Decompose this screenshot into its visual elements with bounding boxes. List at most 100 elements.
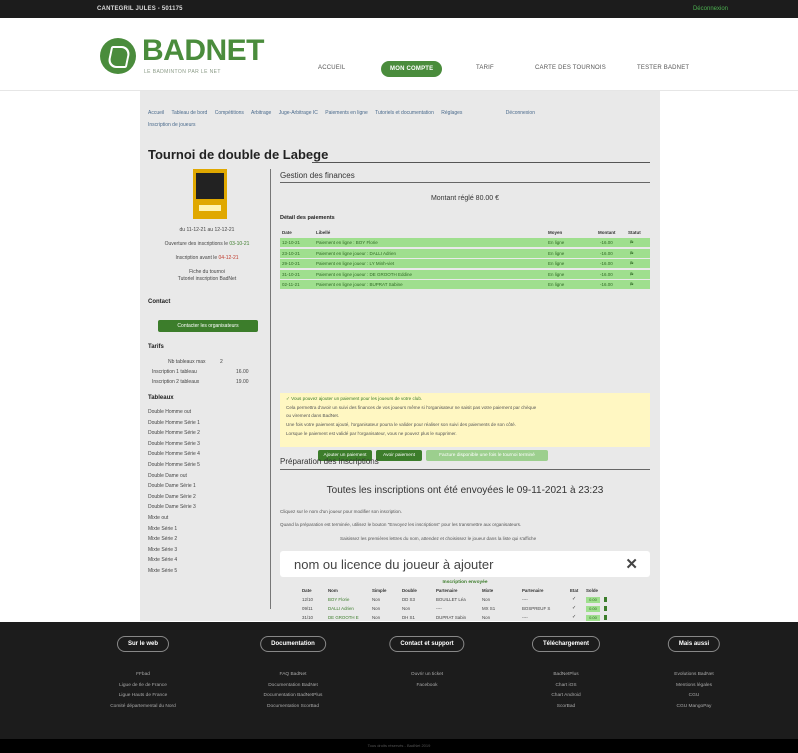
inscription-date: 12/10 (302, 597, 313, 602)
payment-statut[interactable]: ⛿ (630, 282, 633, 287)
footer-link[interactable]: BadNetPlus (506, 672, 626, 677)
nav-tester-badnet[interactable]: TESTER BADNET (637, 65, 689, 71)
footer-link[interactable]: FAQ BadNet (233, 672, 353, 677)
clear-icon[interactable]: ✕ (625, 555, 638, 573)
payment-row: 29-10-21 Paiement en ligne joueur : LY Mi… (280, 259, 650, 269)
inscription-nom[interactable]: DALLI Adrien (328, 606, 354, 611)
footer-link[interactable]: ScorBad (506, 704, 626, 709)
contact-organizers-button[interactable]: Contacter les organisateurs (158, 320, 258, 332)
inscription-nom[interactable]: BOY Florie (328, 597, 349, 602)
footer-link[interactable]: Ligue Hauts de France (83, 693, 203, 698)
footer-link[interactable]: CGU MangoPay (634, 704, 754, 709)
footer-link[interactable]: Documentation BadNetPlus (233, 693, 353, 698)
ins-col-mixte: Mixte (482, 588, 494, 593)
trash-icon[interactable] (604, 606, 607, 612)
payment-statut[interactable]: ⛿ (630, 272, 633, 277)
info-line-1: Cliquez sur le nom d'un joueur pour modi… (280, 509, 402, 514)
crumb-deconnexion[interactable]: Déconnexion (506, 110, 535, 116)
footer-link[interactable]: Documentation BadNet (233, 683, 353, 688)
tableau-item[interactable]: Double Dame Série 3 (148, 504, 196, 510)
ins-col-solde: Solde (586, 588, 598, 593)
inscription-date: 09/11 (302, 606, 313, 612)
col-montant: Montant (598, 230, 616, 235)
tableau-item[interactable]: Mixte Série 5 (148, 568, 177, 574)
inscription-double: DD S3 (402, 597, 415, 602)
footer-link[interactable]: Chart iOS (506, 683, 626, 688)
payment-date: 12-10-21 (282, 240, 301, 245)
footer-link[interactable]: CGU (634, 693, 754, 698)
tableau-item[interactable]: Mixte Série 2 (148, 536, 177, 542)
payment-statut[interactable]: ⛿ (630, 261, 633, 266)
footer-link[interactable]: Ouvrir un ticket (367, 672, 487, 677)
opening-info: Ouverture des inscriptions le 03-10-21 (164, 241, 250, 247)
footer-link[interactable]: Mentions légales (634, 683, 754, 688)
fiche-tournoi-link[interactable]: Fiche du tournoi (148, 269, 266, 275)
finances-divider (280, 182, 650, 183)
top-bar: CANTEGRIL JULES - 501175 Déconnexion (0, 0, 798, 18)
payment-moyen: En ligne (548, 240, 565, 245)
footer-link[interactable]: FFbad (83, 672, 203, 677)
crumb-reglages[interactable]: Réglages (441, 110, 462, 116)
payment-statut[interactable]: ⛿ (630, 240, 633, 245)
sent-banner: Toutes les inscriptions ont été envoyées… (326, 485, 604, 496)
inscription-nom[interactable]: DE GROOTH E (328, 615, 359, 620)
nav-tarif[interactable]: TARIF (476, 65, 494, 71)
tableau-item[interactable]: Double Homme Série 4 (148, 451, 200, 457)
inscription-row: 12/10 BOY Florie Non DD S3 BOUILLET Léa Non --… (280, 596, 650, 605)
footer-link[interactable]: Comité départemental du Nord (83, 704, 203, 709)
payment-label: Paiement en ligne joueur : LY Minh-viet (316, 261, 395, 267)
tableau-item[interactable]: Double Dame Série 1 (148, 483, 196, 489)
badnet-logo[interactable]: BADNET LE BADMINTON PAR LE NET (100, 34, 265, 82)
ins-col-partenaire: Partenaire (436, 588, 458, 593)
player-search-input[interactable]: nom ou licence du joueur à ajouter (294, 557, 493, 572)
footer-link[interactable]: Documentation ScorBad (233, 704, 353, 709)
tableau-item[interactable]: Mixte out (148, 515, 168, 521)
trash-icon[interactable] (604, 615, 607, 621)
tableau-item[interactable]: Double Homme out (148, 409, 191, 415)
crumb-competitions[interactable]: Compétitions (215, 110, 244, 116)
crumb-accueil[interactable]: Accueil (148, 110, 164, 116)
tableau-item[interactable]: Mixte Série 4 (148, 557, 177, 563)
tableau-item[interactable]: Double Dame out (148, 473, 187, 479)
tableau-item[interactable]: Double Homme Série 2 (148, 430, 200, 436)
crumb-paiements[interactable]: Paiements en ligne (325, 110, 368, 116)
footer-link[interactable]: Chart Android (506, 693, 626, 698)
tarif1-value: 16.00 (236, 369, 249, 375)
avoir-payment-button[interactable]: Avoir paiement (376, 450, 422, 461)
inscription-double: DH S1 (402, 615, 415, 621)
nav-accueil[interactable]: ACCUEIL (318, 65, 345, 71)
crumb-inscription-joueurs[interactable]: Inscription de joueurs (148, 122, 196, 128)
crumb-juge-arbitrage[interactable]: Juge-Arbitrage IC (279, 110, 318, 116)
tableau-item[interactable]: Mixte Série 1 (148, 526, 177, 532)
tableau-item[interactable]: Double Homme Série 5 (148, 462, 200, 468)
crumb-tutoriels[interactable]: Tutoriels et documentation (375, 110, 434, 116)
tutoriel-link[interactable]: Tutoriel inscription BadNet (148, 276, 266, 282)
inscription-solde: 0.00 (586, 597, 600, 603)
tarif2-label: Inscription 2 tableaux (152, 379, 200, 385)
footer-link[interactable]: Ligue de Ile de France (83, 683, 203, 688)
crumb-arbitrage[interactable]: Arbitrage (251, 110, 271, 116)
inscription-date: 31/10 (302, 615, 313, 621)
logout-link[interactable]: Déconnexion (693, 6, 728, 12)
col-date: Date (282, 230, 292, 235)
footer-link[interactable]: Facebook (367, 683, 487, 688)
tournament-poster[interactable] (193, 169, 227, 219)
payment-row: 12-10-21 Paiement en ligne : BOY Florie En… (280, 238, 650, 247)
tableau-item[interactable]: Double Homme Série 3 (148, 441, 200, 447)
footer-column-title: Documentation (260, 636, 326, 652)
crumb-tableau-de-bord[interactable]: Tableau de bord (171, 110, 207, 116)
inscription-solde: 0.00 (586, 615, 600, 622)
player-search[interactable]: nom ou licence du joueur à ajouter ✕ (280, 551, 650, 577)
nav-mon-compte[interactable]: MON COMPTE (381, 61, 443, 77)
tableau-item[interactable]: Double Dame Série 2 (148, 494, 196, 500)
title-divider (312, 162, 650, 163)
note-line-4: Une fois votre paiement ajouté, l'organi… (286, 422, 516, 427)
payment-statut[interactable]: ⛿ (630, 251, 633, 256)
nav-carte-tournois[interactable]: CARTE DES TOURNOIS (535, 65, 606, 71)
tableau-item[interactable]: Double Homme Série 1 (148, 420, 200, 426)
footer-link[interactable]: Evolutions BadNet (634, 672, 754, 677)
col-libelle: Libellé (316, 230, 331, 235)
tableau-item[interactable]: Mixte Série 3 (148, 547, 177, 553)
trash-icon[interactable] (604, 597, 607, 602)
tarif2-value: 19.00 (236, 379, 249, 385)
